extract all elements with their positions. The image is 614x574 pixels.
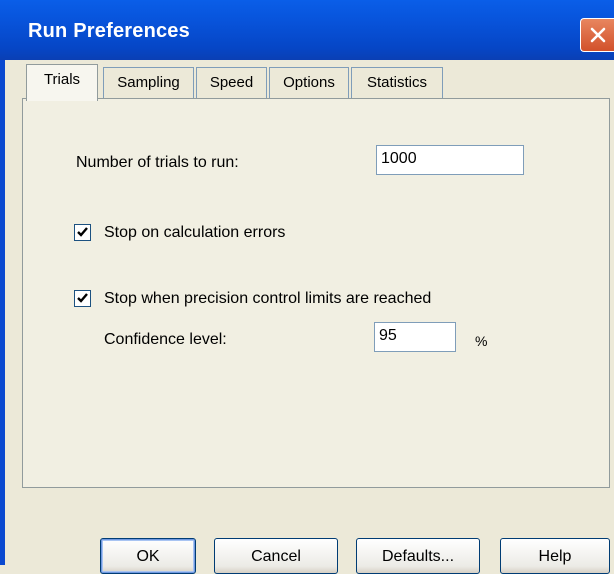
tab-statistics[interactable]: Statistics xyxy=(351,67,443,99)
title-bar: Run Preferences xyxy=(0,0,614,60)
stop-on-errors-label: Stop on calculation errors xyxy=(104,224,286,241)
ok-button[interactable]: OK xyxy=(100,538,196,574)
tab-options-label: Options xyxy=(283,74,335,91)
help-button[interactable]: Help xyxy=(500,538,610,574)
tab-speed-label: Speed xyxy=(209,74,254,91)
num-trials-input[interactable]: 1000 xyxy=(376,145,524,175)
tab-trials[interactable]: Trials xyxy=(26,64,98,101)
stop-on-errors-checkbox[interactable] xyxy=(74,224,91,241)
cancel-button-label: Cancel xyxy=(251,548,301,565)
stop-precision-checkbox[interactable] xyxy=(74,290,91,307)
window-title: Run Preferences xyxy=(28,20,190,42)
confidence-level-label: Confidence level: xyxy=(104,331,227,348)
tab-speed[interactable]: Speed xyxy=(196,67,267,99)
cancel-button[interactable]: Cancel xyxy=(214,538,338,574)
ok-button-label: OK xyxy=(136,548,160,565)
tab-statistics-label: Statistics xyxy=(366,74,427,91)
close-button[interactable] xyxy=(580,18,614,52)
help-button-label: Help xyxy=(538,548,572,565)
checkmark-icon xyxy=(77,293,88,303)
window-frame-edge xyxy=(0,60,5,565)
defaults-button[interactable]: Defaults... xyxy=(356,538,480,574)
tab-options[interactable]: Options xyxy=(269,67,349,99)
tab-sampling[interactable]: Sampling xyxy=(103,67,194,99)
defaults-button-label: Defaults... xyxy=(381,548,455,565)
confidence-unit: % xyxy=(475,333,488,349)
tab-sampling-label: Sampling xyxy=(117,74,180,91)
close-icon xyxy=(590,27,606,43)
stop-precision-label: Stop when precision control limits are r… xyxy=(104,290,432,307)
checkmark-icon xyxy=(77,227,88,237)
confidence-level-input[interactable]: 95 xyxy=(374,322,456,352)
tab-trials-label: Trials xyxy=(43,71,81,88)
num-trials-label: Number of trials to run: xyxy=(76,154,239,171)
